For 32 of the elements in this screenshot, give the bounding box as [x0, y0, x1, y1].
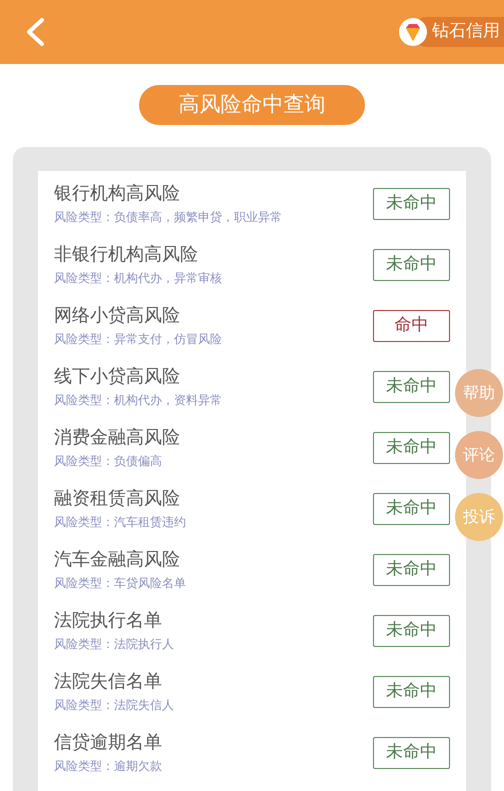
risk-name: 融资租赁高风险 — [54, 487, 181, 511]
risk-name: 银行机构高风险 — [54, 182, 181, 206]
risk-type: 风险类型：逾期欠款 — [54, 758, 162, 774]
status-badge: 未命中 — [373, 554, 450, 586]
risk-name: 消费金融高风险 — [54, 426, 180, 450]
risk-type: 风险类型：汽车租赁违约 — [54, 514, 186, 530]
back-icon[interactable] — [24, 17, 46, 47]
risk-name: 法院失信名单 — [54, 670, 163, 694]
risk-name: 网络小贷高风险 — [54, 304, 181, 328]
status-badge: 未命中 — [373, 432, 450, 464]
status-badge: 未命中 — [373, 614, 450, 646]
risk-type: 风险类型：机构代办，异常审核 — [54, 270, 222, 286]
status-badge: 未命中 — [373, 492, 450, 524]
risk-type: 风险类型：法院执行人 — [54, 636, 174, 652]
status-badge: 未命中 — [373, 676, 450, 708]
status-badge: 未命中 — [373, 736, 450, 768]
risk-name: 线下小贷高风险 — [54, 365, 181, 389]
status-badge: 未命中 — [373, 248, 450, 280]
risk-name: 法院执行名单 — [54, 609, 163, 633]
risk-name: 信贷逾期名单 — [54, 731, 162, 755]
risk-name: 汽车金融高风险 — [54, 548, 181, 572]
risk-type: 风险类型：法院失信人 — [54, 697, 174, 713]
risk-type: 风险类型：负债率高，频繁申贷，职业异常 — [54, 209, 282, 225]
risk-type: 风险类型：机构代办，资料异常 — [54, 392, 222, 408]
status-badge: 未命中 — [373, 370, 450, 402]
status-badge: 命中 — [373, 310, 450, 342]
risk-type: 风险类型：负债偏高 — [54, 453, 163, 469]
status-badge: 未命中 — [373, 188, 450, 220]
risk-type: 风险类型：异常支付，仿冒风险 — [54, 331, 222, 347]
risk-name: 非银行机构高风险 — [54, 243, 199, 267]
page-title: 高风险命中查询 — [139, 85, 365, 125]
risk-type: 风险类型：车贷风险名单 — [54, 575, 186, 591]
